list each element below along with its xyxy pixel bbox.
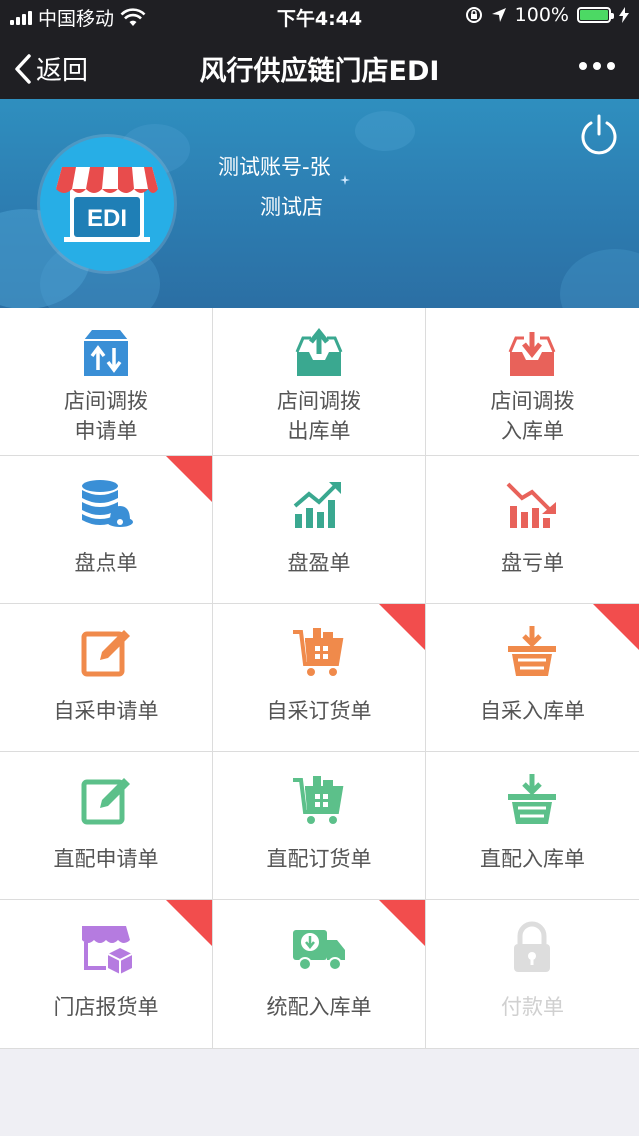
cart-icon: [293, 628, 344, 676]
new-corner-badge: [166, 900, 212, 946]
menu-item-label: 自采申请单: [53, 699, 159, 723]
tray-in-icon: [508, 332, 556, 376]
chart-up-icon: [293, 482, 341, 528]
page-title: 风行供应链门店EDI: [199, 56, 440, 87]
battery-icon: [577, 7, 614, 23]
new-corner-badge: [379, 604, 425, 650]
tray-out-icon: [295, 327, 343, 376]
truck-icon: [293, 930, 345, 971]
menu-item-label: 直配申请单: [53, 847, 159, 871]
nav-bar: 返回 风行供应链门店EDI: [0, 34, 639, 99]
menu-item-payment: 付款单: [426, 900, 639, 1048]
menu-item-label: 盘亏单: [501, 551, 564, 575]
menu-item-label: 店间调拨 出库单: [277, 389, 361, 443]
profile-banner: EDI 测试账号-张 测试店: [0, 99, 639, 308]
battery-percent: 100%: [514, 4, 569, 26]
menu-item-self-purchase-order[interactable]: 自采订货单: [213, 604, 426, 752]
basket-in-icon: [508, 626, 556, 676]
new-corner-badge: [593, 604, 639, 650]
menu-item-label: 店间调拨 申请单: [64, 389, 148, 443]
new-corner-badge: [166, 456, 212, 502]
menu-item-transfer-out[interactable]: 店间调拨 出库单: [213, 308, 426, 456]
edit-icon: [81, 630, 130, 677]
menu-item-stock-loss[interactable]: 盘亏单: [426, 456, 639, 604]
menu-item-stock-surplus[interactable]: 盘盈单: [213, 456, 426, 604]
menu-item-label: 直配入库单: [480, 847, 585, 871]
sparkle-icon: [340, 175, 350, 185]
menu-item-self-purchase-receipt[interactable]: 自采入库单: [426, 604, 639, 752]
menu-item-direct-request[interactable]: 直配申请单: [0, 752, 213, 900]
account-name: 测试账号-张: [218, 155, 331, 179]
status-right: 100%: [465, 4, 629, 26]
menu-item-direct-receipt[interactable]: 直配入库单: [426, 752, 639, 900]
menu-item-label: 自采入库单: [480, 699, 585, 723]
new-corner-badge: [379, 900, 425, 946]
power-icon[interactable]: [577, 113, 621, 157]
menu-item-label: 盘盈单: [287, 551, 351, 575]
store-name: 测试店: [260, 195, 323, 219]
lock-icon: [514, 921, 550, 972]
menu-grid: 店间调拨 申请单 店间调拨 出库单 店间调拨 入库单盘点单 盘盈单 盘亏单自采申请单 自采订货单…: [0, 308, 639, 1049]
transfer-box-icon: [84, 330, 128, 376]
location-icon: [491, 8, 506, 22]
basket-in-icon: [508, 774, 556, 824]
more-icon[interactable]: [577, 52, 617, 80]
database-bell-icon: [82, 480, 133, 527]
menu-item-store-report[interactable]: 门店报货单: [0, 900, 213, 1048]
menu-item-label: 门店报货单: [53, 995, 159, 1019]
store-box-icon: [82, 926, 133, 974]
menu-item-unified-receipt[interactable]: 统配入库单: [213, 900, 426, 1048]
menu-item-label: 店间调拨 入库单: [490, 389, 575, 443]
charging-icon: [619, 7, 629, 23]
edit-icon: [81, 778, 130, 825]
menu-item-direct-order[interactable]: 直配订货单: [213, 752, 426, 900]
svg-text:EDI: EDI: [87, 205, 127, 232]
menu-item-transfer-in[interactable]: 店间调拨 入库单: [426, 308, 639, 456]
edi-store-logo: EDI: [56, 167, 158, 242]
menu-item-label: 盘点单: [74, 551, 138, 575]
menu-item-label: 付款单: [501, 995, 564, 1019]
chart-down-icon: [506, 482, 556, 528]
menu-item-stocktake[interactable]: 盘点单: [0, 456, 213, 604]
menu-item-transfer-request[interactable]: 店间调拨 申请单: [0, 308, 213, 456]
status-bar: 中国移动 下午4:44 100%: [0, 0, 639, 34]
menu-item-label: 统配入库单: [266, 995, 372, 1019]
avatar: EDI: [40, 137, 174, 271]
menu-item-self-purchase-request[interactable]: 自采申请单: [0, 604, 213, 752]
menu-item-label: 直配订货单: [266, 847, 372, 871]
cart-icon: [293, 776, 344, 824]
rotation-lock-icon: [465, 7, 482, 23]
menu-item-label: 自采订货单: [266, 699, 372, 723]
